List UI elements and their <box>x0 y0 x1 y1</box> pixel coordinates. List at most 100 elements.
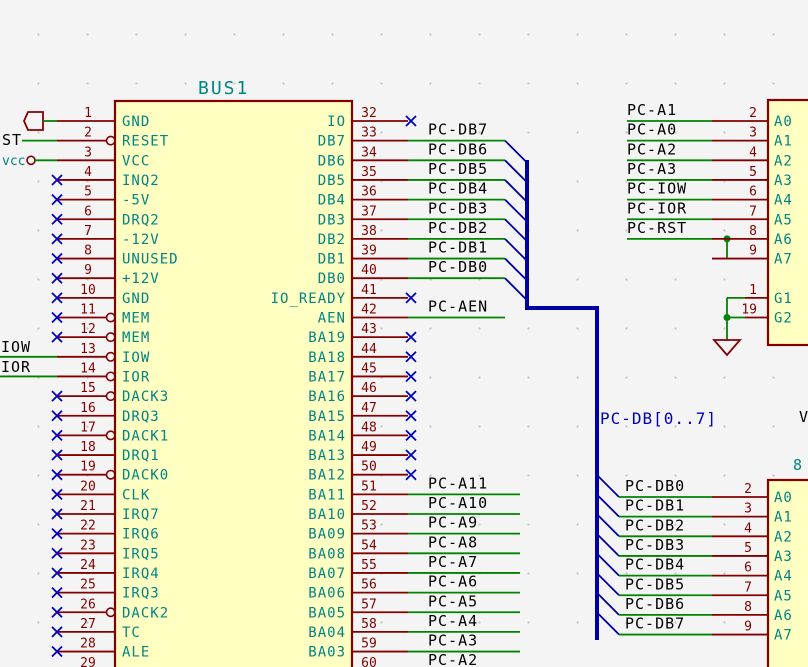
bus-entry[interactable] <box>505 219 527 241</box>
ior-label[interactable]: IOR <box>1 358 31 376</box>
net-label[interactable]: PC-A0 <box>627 121 677 139</box>
pin-number: 15 <box>80 381 96 396</box>
net-label[interactable]: PC-DB5 <box>428 160 488 178</box>
pin-number: 50 <box>361 460 377 475</box>
net-label[interactable]: PC-IOR <box>627 199 687 217</box>
bus-entry[interactable] <box>505 259 527 281</box>
bus-entry[interactable] <box>505 278 527 300</box>
pin-number: 36 <box>361 185 377 200</box>
bus-entry[interactable] <box>597 475 619 497</box>
net-label[interactable]: PC-DB2 <box>625 516 685 534</box>
pin-number: 2 <box>744 482 752 497</box>
net-label[interactable]: PC-DB1 <box>625 497 685 515</box>
bus-entry[interactable] <box>597 514 619 536</box>
net-label[interactable]: PC-DB1 <box>428 239 488 257</box>
pin-name: DRQ3 <box>122 409 160 425</box>
pin-name: A7 <box>774 628 793 644</box>
vcc-power-icon[interactable] <box>27 156 35 164</box>
bus-entry[interactable] <box>597 554 619 576</box>
pin-number: 5 <box>84 185 92 200</box>
chip-bottom-pin-9[interactable]: PC-DB7 9 A7 <box>597 613 793 644</box>
bus-entry[interactable] <box>505 239 527 261</box>
pin-name: IRQ3 <box>122 586 160 602</box>
net-label[interactable]: PC-A3 <box>428 632 478 650</box>
pin-number: 39 <box>361 244 377 259</box>
bus1-component[interactable]: BUS1 1GND2RESET3VCC4INQ25-5V6DRQ27-12V8U… <box>52 78 527 667</box>
bus-label[interactable]: PC-DB[0..7] <box>600 409 717 428</box>
pin-number: 9 <box>744 620 752 635</box>
bus-entry[interactable] <box>597 573 619 595</box>
bus1-left-pin-29[interactable]: 29 <box>57 656 115 667</box>
bus1-right-pin-60[interactable]: 60PC-A2 <box>352 651 520 667</box>
global-label-arrow-icon[interactable] <box>24 112 43 130</box>
pin-name: DACK2 <box>122 605 169 621</box>
pin-number: 6 <box>749 185 757 200</box>
net-label[interactable]: PC-A2 <box>627 140 677 158</box>
chip-bottom-component[interactable]: PC-DB02A0PC-DB13A1PC-DB24A2PC-DB35A3PC-D… <box>597 475 808 667</box>
net-label[interactable]: PC-DB0 <box>428 258 488 276</box>
net-label[interactable]: PC-DB5 <box>625 575 685 593</box>
pin-number: 56 <box>361 578 377 593</box>
pc-db-bus-wire[interactable] <box>527 160 597 640</box>
schematic-sheet[interactable]: BUS1 1GND2RESET3VCC4INQ25-5V6DRQ27-12V8U… <box>0 0 808 667</box>
net-label[interactable]: PC-DB0 <box>625 477 685 495</box>
net-label[interactable]: PC-IOW <box>627 180 687 198</box>
pin-number: 48 <box>361 420 377 435</box>
net-label[interactable]: PC-DB7 <box>625 615 685 633</box>
pin-number: 12 <box>80 322 96 337</box>
pin-number: 8 <box>749 224 757 239</box>
pin-name: BA03 <box>308 645 346 661</box>
pin-name: BA11 <box>308 487 346 503</box>
bus-entry[interactable] <box>505 141 527 163</box>
pin-number: 34 <box>361 145 377 160</box>
net-label[interactable]: PC-A6 <box>428 573 478 591</box>
st-cut-label[interactable]: ST <box>2 131 22 149</box>
pin-name: A0 <box>774 490 793 506</box>
bus-entry[interactable] <box>597 495 619 517</box>
bus-entry[interactable] <box>505 200 527 222</box>
net-label[interactable]: PC-A2 <box>428 651 478 667</box>
pin-name: BA07 <box>308 566 346 582</box>
net-label[interactable]: PC-RST <box>627 219 687 237</box>
net-label[interactable]: PC-DB3 <box>625 536 685 554</box>
net-label[interactable]: PC-A9 <box>428 514 478 532</box>
chip-top-component[interactable]: PC-A12A0PC-A03A1PC-A24A2PC-A35A3PC-IOW6A… <box>627 100 808 345</box>
pin-name: A2 <box>774 153 793 169</box>
pin-number: 49 <box>361 440 377 455</box>
net-label[interactable]: PC-A1 <box>627 101 677 119</box>
net-label[interactable]: PC-A7 <box>428 553 478 571</box>
net-label[interactable]: PC-DB4 <box>428 180 488 198</box>
net-label[interactable]: PC-DB6 <box>428 140 488 158</box>
net-label[interactable]: PC-DB2 <box>428 219 488 237</box>
net-label[interactable]: PC-A4 <box>428 612 478 630</box>
net-label[interactable]: PC-A3 <box>627 160 677 178</box>
pin-name: DB4 <box>318 193 346 209</box>
pin-name: DRQ1 <box>122 448 160 464</box>
bus-entry[interactable] <box>597 593 619 615</box>
vcc-power-label[interactable]: vcc <box>2 154 25 169</box>
pin-name: GND <box>122 291 150 307</box>
net-label[interactable]: PC-DB7 <box>428 121 488 139</box>
net-label[interactable]: PC-DB3 <box>428 199 488 217</box>
bus-entry[interactable] <box>597 613 619 635</box>
bus-entry[interactable] <box>505 160 527 182</box>
pin-name: MEM <box>122 330 150 346</box>
pin-number: 58 <box>361 617 377 632</box>
net-label[interactable]: PC-A11 <box>428 474 488 492</box>
bus-entry[interactable] <box>505 180 527 202</box>
bus1-reference[interactable]: BUS1 <box>198 78 249 99</box>
ground-symbol-icon[interactable] <box>714 340 740 355</box>
schematic-canvas[interactable]: BUS1 1GND2RESET3VCC4INQ25-5V6DRQ27-12V8U… <box>0 0 808 667</box>
pin-number: 6 <box>84 204 92 219</box>
net-label[interactable]: PC-A8 <box>428 533 478 551</box>
net-label[interactable]: PC-DB6 <box>625 595 685 613</box>
pin-name: GND <box>122 114 150 130</box>
net-label[interactable]: PC-DB4 <box>625 556 685 574</box>
net-label[interactable]: PC-AEN <box>428 298 488 316</box>
chip-bottom-pins: PC-DB02A0PC-DB13A1PC-DB24A2PC-DB35A3PC-D… <box>597 475 793 644</box>
net-label[interactable]: PC-A5 <box>428 592 478 610</box>
invert-bubble-icon <box>107 431 115 439</box>
iow-label[interactable]: IOW <box>1 338 31 356</box>
bus-entry[interactable] <box>597 534 619 556</box>
net-label[interactable]: PC-A10 <box>428 494 488 512</box>
